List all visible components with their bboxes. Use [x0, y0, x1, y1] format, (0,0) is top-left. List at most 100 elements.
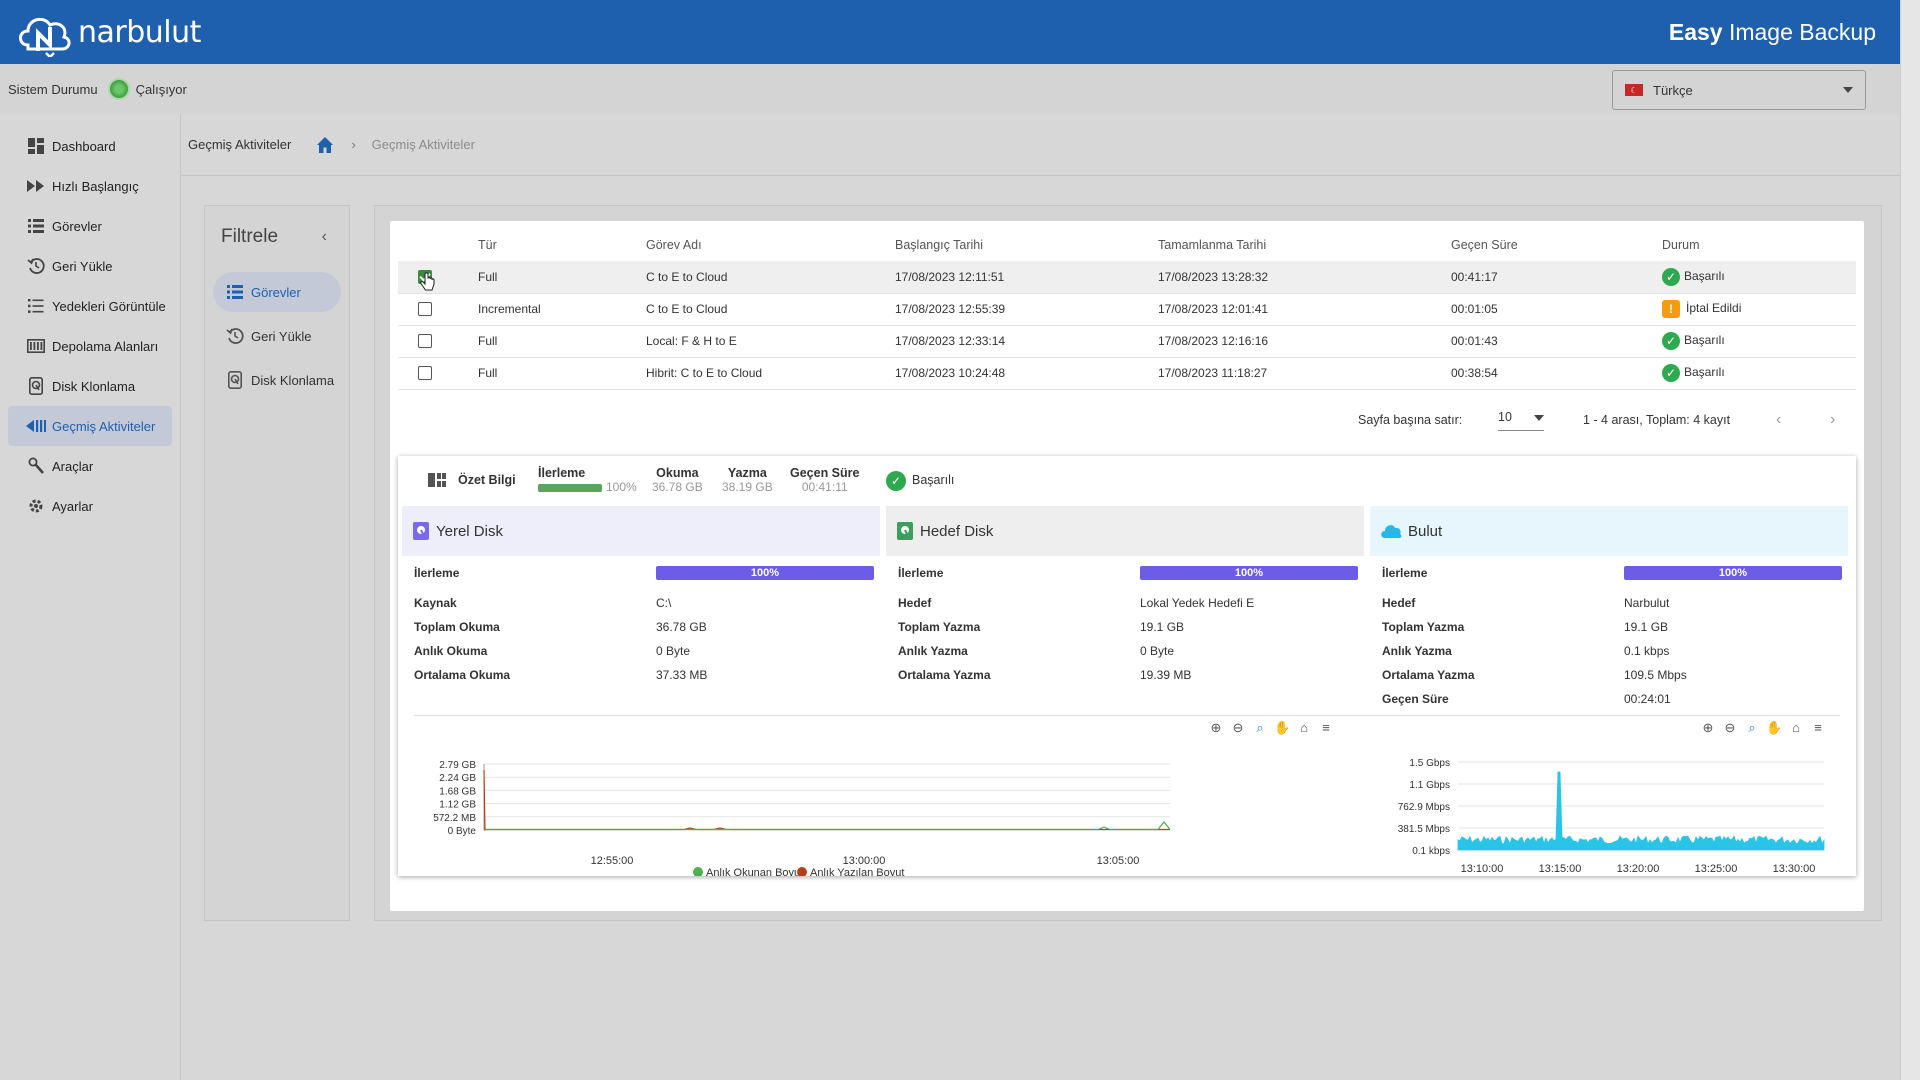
disk-throughput-chart[interactable]: 2.79 GB 2.24 GB 1.68 GB 1.12 GB 572.2 MB 0 By… — [398, 736, 1378, 876]
y-tick-label: 1.5 Gbps — [1409, 758, 1450, 769]
sidebar-item-tasks[interactable]: Görevler — [8, 206, 172, 246]
sidebar-item-tools[interactable]: Araçlar — [8, 446, 172, 486]
y-tick-label: 1.68 GB — [439, 786, 476, 797]
filter-item-tasks[interactable]: Görevler — [213, 272, 341, 312]
brand-name: narbulut — [78, 15, 201, 50]
table-pager: Sayfa başına satır: 10 1 - 4 arası, Topl… — [390, 405, 1864, 435]
local-disk-header: Yerel Disk — [402, 506, 880, 556]
cell-end: 17/08/2023 12:16:16 — [1158, 325, 1451, 357]
zoom-out-icon[interactable]: ⊖ — [1722, 720, 1738, 736]
filter-item-label: Geri Yükle — [251, 329, 311, 344]
rows-per-page-select[interactable]: 10 — [1498, 410, 1544, 431]
column-header[interactable]: Başlangıç Tarihi — [895, 229, 1158, 261]
sidebar-item-history[interactable]: Geçmiş Aktiviteler — [8, 406, 172, 446]
zoom-select-icon[interactable]: ⌕ — [1744, 720, 1760, 736]
sidebar-item-restore[interactable]: Geri Yükle — [8, 246, 172, 286]
x-tick-label: 13:25:00 — [1695, 863, 1738, 875]
column-header[interactable]: Durum — [1662, 229, 1856, 261]
column-header[interactable]: Görev Adı — [646, 229, 895, 261]
y-tick-label: 572.2 MB — [433, 813, 476, 824]
cloud-stats: İlerleme 100% Hedef Narbulut Toplam Yazma… — [1382, 566, 1842, 716]
zoom-out-icon[interactable]: ⊖ — [1230, 720, 1246, 736]
grid-summary-icon — [428, 473, 446, 487]
sidebar-item-label: Disk Klonlama — [52, 379, 135, 394]
column-header[interactable]: Geçen Süre — [1451, 229, 1662, 261]
system-status-value: Çalışıyor — [136, 82, 187, 97]
stat-row: Geçen Süre 00:24:01 — [1382, 692, 1842, 716]
table-row[interactable]: Full C to E to Cloud 17/08/2023 12:11:51… — [398, 261, 1856, 293]
reset-home-icon[interactable]: ⌂ — [1296, 720, 1312, 736]
table-row[interactable]: Incremental C to E to Cloud 17/08/2023 1… — [398, 293, 1856, 325]
chevron-left-icon[interactable]: ‹ — [322, 228, 327, 246]
menu-icon[interactable]: ≡ — [1810, 720, 1826, 736]
zoom-in-icon[interactable]: ⊕ — [1700, 720, 1716, 736]
target-disk-stats: İlerleme 100% Hedef Lokal Yedek Hedefi E … — [898, 566, 1358, 692]
sidebar-item-label: Görevler — [52, 219, 102, 234]
summary-progress: İlerleme 100% — [538, 466, 637, 494]
filter-item-label: Görevler — [251, 285, 301, 300]
pan-hand-icon[interactable]: ✋ — [1766, 720, 1782, 736]
zoom-select-icon[interactable]: ⌕ — [1252, 720, 1268, 736]
activities-card: Tür Görev Adı Başlangıç Tarihi Tamamlanm… — [390, 221, 1864, 911]
list-icon — [225, 283, 245, 301]
summary-write: Yazma 38.19 GB — [722, 466, 773, 494]
hand-cursor-icon — [420, 272, 436, 294]
cell-start: 17/08/2023 10:24:48 — [895, 357, 1158, 389]
row-checkbox[interactable] — [418, 302, 432, 316]
local-disk-stats: İlerleme 100% Kaynak C:\ Toplam Okuma 36.7… — [414, 566, 874, 692]
filter-item-disk-clone[interactable]: Disk Klonlama — [213, 360, 341, 400]
section-title: Yerel Disk — [436, 523, 503, 540]
sidebar-item-storage[interactable]: Depolama Alanları — [8, 326, 172, 366]
menu-icon[interactable]: ≡ — [1318, 720, 1334, 736]
y-tick-label: 1.12 GB — [439, 800, 476, 811]
brand-logo[interactable]: narbulut — [14, 7, 201, 57]
y-tick-label: 381.5 Mbps — [1398, 824, 1450, 835]
stat-row: Anlık Okuma 0 Byte — [414, 644, 874, 668]
summary-bar: Özet Bilgi İlerleme 100% Okuma 36.78 GB … — [398, 456, 1856, 504]
home-icon[interactable] — [315, 135, 335, 155]
breadcrumb: Geçmiş Aktiviteler › Geçmiş Aktiviteler — [181, 114, 1900, 176]
pager-range: 1 - 4 arası, Toplam: 4 kayıt — [1583, 413, 1730, 427]
row-checkbox[interactable] — [418, 334, 432, 348]
breadcrumb-separator: › — [351, 137, 355, 152]
zoom-in-icon[interactable]: ⊕ — [1208, 720, 1224, 736]
column-header[interactable]: Tamamlanma Tarihi — [1158, 229, 1451, 261]
pan-hand-icon[interactable]: ✋ — [1274, 720, 1290, 736]
cloud-throughput-chart[interactable]: 1.5 Gbps 1.1 Gbps 762.9 Mbps 381.5 Mbps 0.1 … — [1378, 736, 1856, 876]
prev-page-icon[interactable]: ‹ — [1776, 411, 1781, 429]
stat-row: Anlık Yazma 0.1 kbps — [1382, 644, 1842, 668]
column-header-select — [398, 229, 478, 261]
next-page-icon[interactable]: › — [1830, 411, 1835, 429]
x-tick-label: 12:55:00 — [591, 855, 634, 867]
sidebar-item-dashboard[interactable]: Dashboard — [8, 126, 172, 166]
cell-type: Full — [478, 261, 646, 293]
filter-item-restore[interactable]: Geri Yükle — [213, 316, 341, 356]
page-title: Geçmiş Aktiviteler — [188, 137, 291, 152]
cell-elapsed: 00:41:17 — [1451, 261, 1662, 293]
stat-row: Hedef Narbulut — [1382, 596, 1842, 620]
app-header: narbulut Easy Image Backup — [0, 0, 1900, 64]
sidebar-item-disk-clone[interactable]: Disk Klonlama — [8, 366, 172, 406]
series-line-write — [484, 770, 1170, 830]
x-tick-label: 13:00:00 — [843, 855, 886, 867]
language-select[interactable]: ☾ Türkçe — [1612, 70, 1866, 110]
cell-elapsed: 00:01:43 — [1451, 325, 1662, 357]
page-scrollbar[interactable] — [1900, 0, 1920, 1080]
sidebar-item-view-backups[interactable]: Yedekleri Görüntüle — [8, 286, 172, 326]
table-row[interactable]: Full Local: F & H to E 17/08/2023 12:33:… — [398, 325, 1856, 357]
sidebar-item-quick-start[interactable]: Hızlı Başlangıç — [8, 166, 172, 206]
reset-home-icon[interactable]: ⌂ — [1788, 720, 1804, 736]
row-checkbox[interactable] — [418, 366, 432, 380]
local-progress-bar: 100% — [656, 566, 874, 580]
cell-start: 17/08/2023 12:33:14 — [895, 325, 1158, 357]
table-row[interactable]: Full Hibrit: C to E to Cloud 17/08/2023 … — [398, 357, 1856, 389]
cell-status: ✓ Başarılı — [1662, 261, 1856, 293]
table-header-row: Tür Görev Adı Başlangıç Tarihi Tamamlanm… — [398, 229, 1856, 261]
restore-icon — [26, 257, 46, 275]
column-header[interactable]: Tür — [478, 229, 646, 261]
sidebar-item-settings[interactable]: Ayarlar — [8, 486, 172, 526]
cell-end: 17/08/2023 13:28:32 — [1158, 261, 1451, 293]
stat-row-progress: İlerleme 100% — [1382, 566, 1842, 590]
cell-elapsed: 00:38:54 — [1451, 357, 1662, 389]
section-title: Hedef Disk — [920, 523, 993, 540]
